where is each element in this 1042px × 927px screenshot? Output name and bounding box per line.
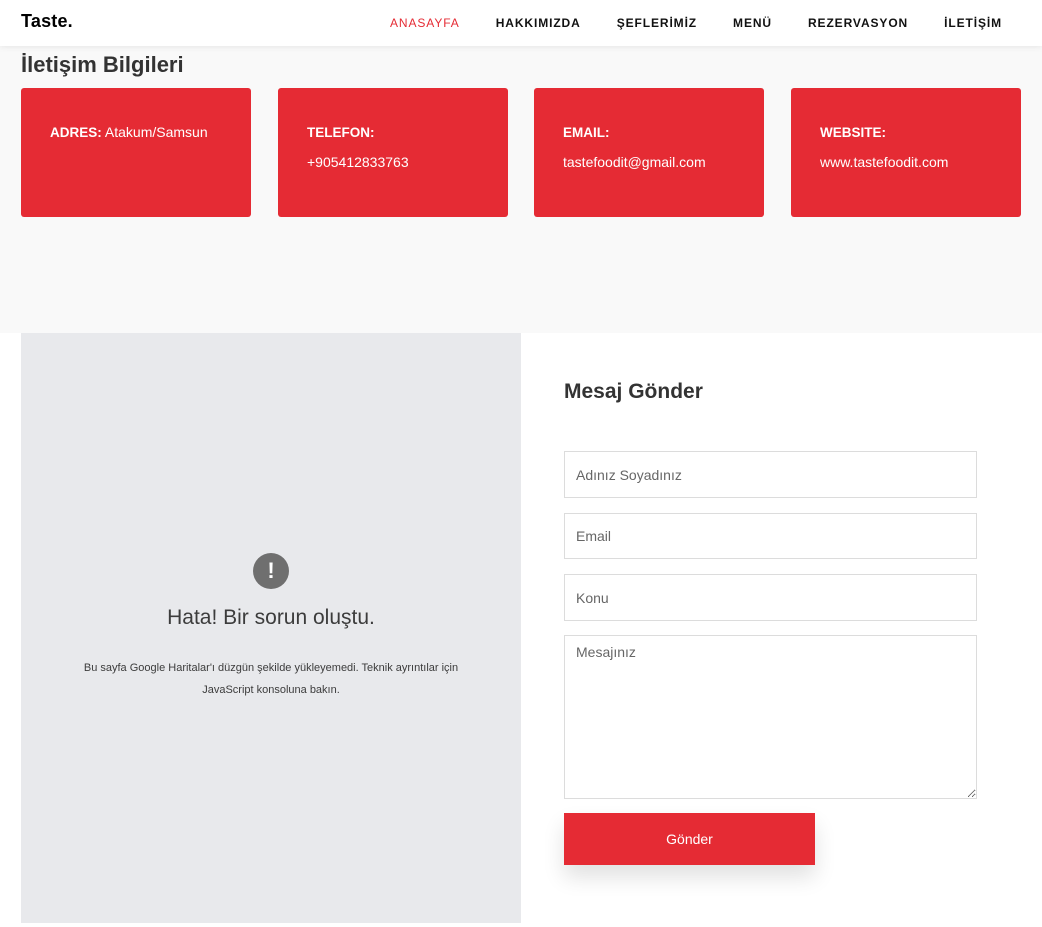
submit-button[interactable]: Gönder	[564, 813, 815, 865]
nav-item-seflerimiz[interactable]: ŞEFLERİMİZ	[617, 16, 697, 30]
address-value: Atakum/Samsun	[104, 124, 208, 140]
email-card: EMAIL: tastefoodit@gmail.com	[534, 88, 764, 217]
navbar: Taste. ANASAYFA HAKKIMIZDA ŞEFLERİMİZ ME…	[0, 0, 1042, 46]
nav-item-anasayfa[interactable]: ANASAYFA	[390, 16, 460, 30]
nav-item-hakkimizda[interactable]: HAKKIMIZDA	[496, 16, 581, 30]
email-value: tastefoodit@gmail.com	[563, 154, 706, 170]
map-error-text: Bu sayfa Google Haritalar'ı düzgün şekil…	[83, 662, 459, 696]
email-field[interactable]	[564, 513, 977, 559]
contact-info-title: İletişim Bilgileri	[21, 52, 184, 77]
message-field[interactable]	[564, 635, 977, 799]
website-card: WEBSITE: www.tastefoodit.com	[791, 88, 1021, 217]
phone-label: TELEFON:	[307, 125, 375, 140]
map-embed[interactable]: ! Hata! Bir sorun oluştu. Bu sayfa Googl…	[21, 333, 521, 923]
main-nav: ANASAYFA HAKKIMIZDA ŞEFLERİMİZ MENÜ REZE…	[354, 0, 1002, 46]
contact-info-section: İletişim Bilgileri ADRES: Atakum/Samsun …	[0, 46, 1042, 333]
nav-item-iletisim[interactable]: İLETİŞİM	[944, 16, 1002, 30]
contact-cards: ADRES: Atakum/Samsun TELEFON: +905412833…	[21, 88, 1021, 217]
nav-item-rezervasyon[interactable]: REZERVASYON	[808, 16, 908, 30]
phone-value: +905412833763	[307, 154, 409, 170]
name-field[interactable]	[564, 451, 977, 498]
email-label: EMAIL:	[563, 125, 610, 140]
website-value: www.tastefoodit.com	[820, 154, 949, 170]
brand-logo[interactable]: Taste.	[21, 11, 73, 32]
exclamation-icon: !	[253, 553, 289, 589]
address-card: ADRES: Atakum/Samsun	[21, 88, 251, 217]
website-label: WEBSITE:	[820, 125, 886, 140]
address-label: ADRES:	[50, 125, 102, 140]
subject-field[interactable]	[564, 574, 977, 621]
map-error-title: Hata! Bir sorun oluştu.	[167, 606, 375, 629]
phone-card: TELEFON: +905412833763	[278, 88, 508, 217]
form-title: Mesaj Gönder	[564, 380, 703, 403]
nav-item-menu[interactable]: MENÜ	[733, 16, 772, 30]
